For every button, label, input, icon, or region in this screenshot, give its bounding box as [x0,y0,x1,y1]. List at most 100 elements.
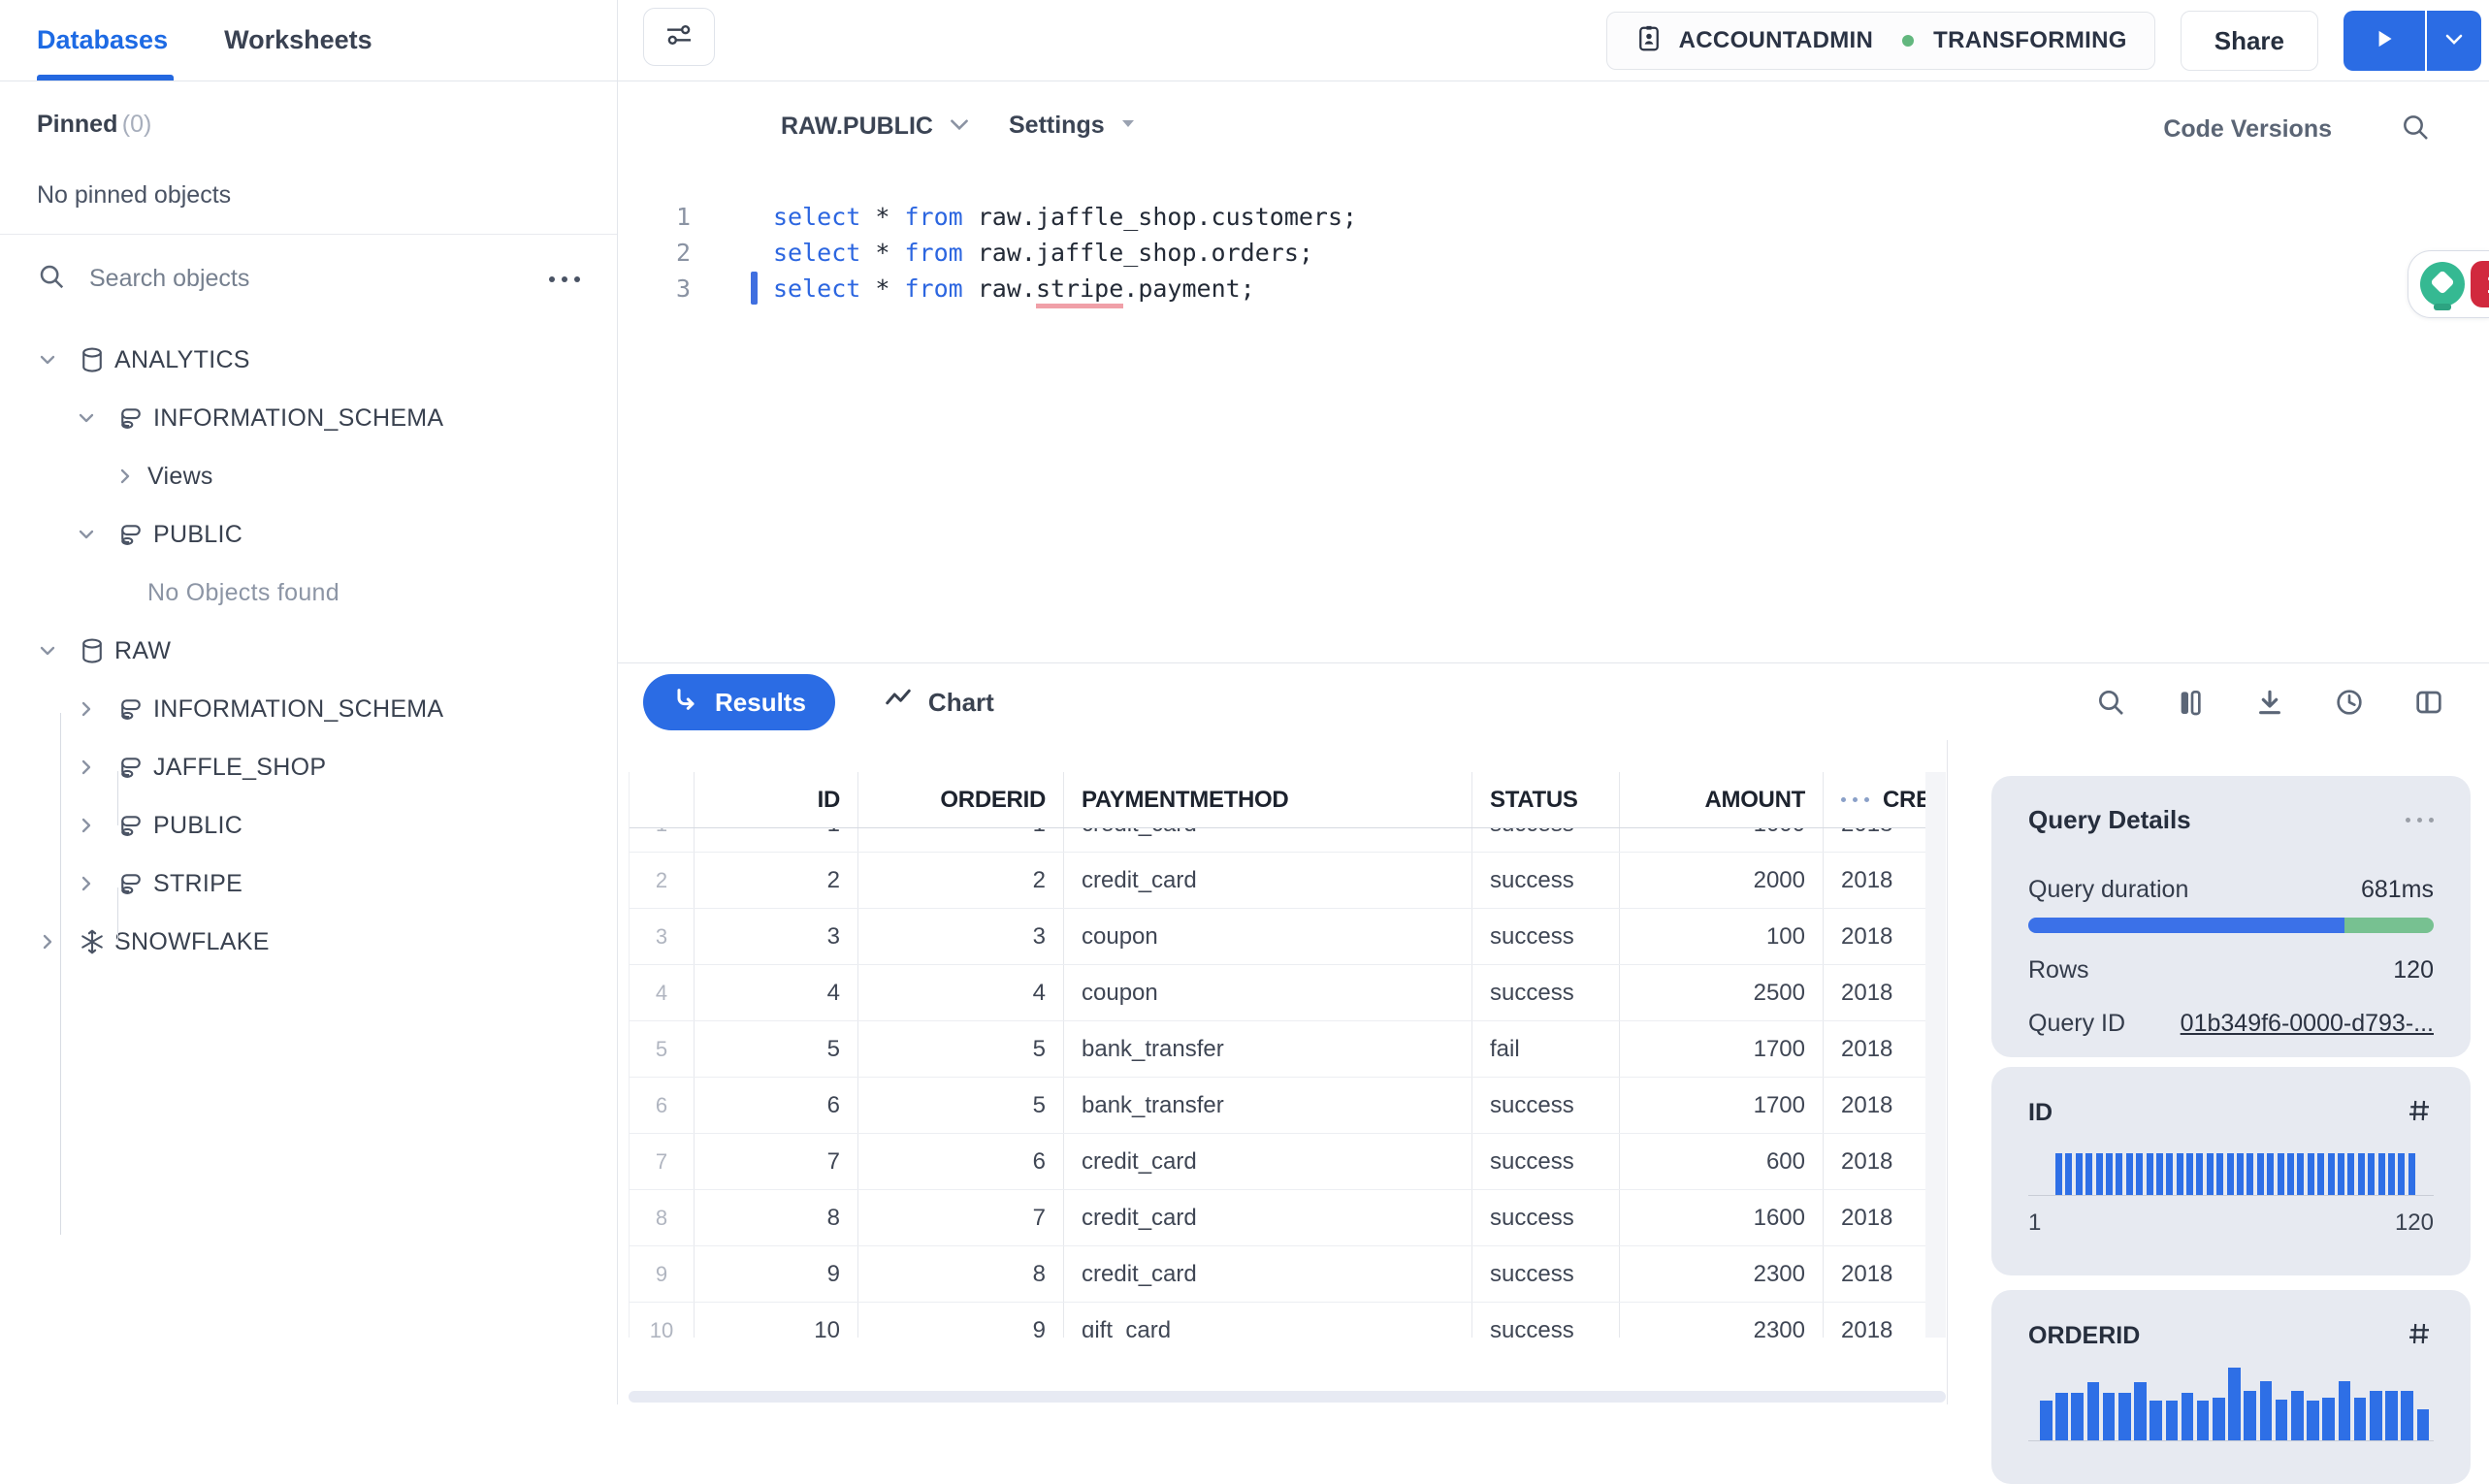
table-row[interactable]: 3 3 3 coupon success 100 2018 [630,909,1935,965]
table-cell[interactable]: 5 [695,1021,858,1077]
table-cell[interactable]: success [1472,1303,1620,1338]
table-cell[interactable]: 7 [858,1190,1064,1245]
chevron-down-icon[interactable] [25,348,70,371]
tab-results[interactable]: Results [643,674,835,730]
table-cell[interactable]: 6 [858,1134,1064,1189]
column-header-amount[interactable]: AMOUNT [1620,772,1824,827]
table-row[interactable]: 6 6 5 bank_transfer success 1700 2018 [630,1078,1935,1134]
tab-databases[interactable]: Databases [37,0,175,81]
table-cell[interactable]: 2018 [1824,1190,1935,1245]
sidebar-tree-item-jaffle-shop[interactable]: JAFFLE_SHOP [0,738,617,796]
column-menu-icon[interactable] [1841,797,1869,802]
table-cell[interactable]: 9 [858,1303,1064,1338]
database-context-dropdown[interactable]: RAW.PUBLIC [781,112,972,142]
sidebar-tree-item-stripe[interactable]: STRIPE [0,855,617,913]
sidebar-tree-item-views[interactable]: Views [0,447,617,505]
query-id-link[interactable]: 01b349f6-0000-d793-... [2181,1010,2434,1038]
table-cell[interactable]: 1000 [1620,828,1824,852]
table-cell[interactable]: success [1472,965,1620,1020]
table-cell[interactable]: 4 [695,965,858,1020]
table-cell[interactable]: credit_card [1064,1190,1472,1245]
table-cell[interactable]: 2300 [1620,1246,1824,1302]
table-row[interactable]: 8 8 7 credit_card success 1600 2018 [630,1190,1935,1246]
chevron-right-icon[interactable] [64,756,109,779]
table-cell[interactable]: success [1472,1246,1620,1302]
table-row[interactable]: 4 4 4 coupon success 2500 2018 [630,965,1935,1021]
column-header-paymentmethod[interactable]: PAYMENTMETHOD [1064,772,1472,827]
run-button[interactable] [2344,11,2425,71]
table-cell[interactable]: 1700 [1620,1021,1824,1077]
table-cell[interactable]: 2018 [1824,965,1935,1020]
table-cell[interactable]: bank_transfer [1064,1021,1472,1077]
table-cell[interactable]: 1 [858,828,1064,852]
table-cell[interactable]: 2000 [1620,853,1824,908]
share-button[interactable]: Share [2180,11,2318,71]
table-cell[interactable]: coupon [1064,965,1472,1020]
code-line-content[interactable]: select * from raw.stripe.payment; [751,271,1255,308]
query-details-menu-icon[interactable] [2406,818,2434,823]
assistant-suggestion-pill[interactable]: 1 [2408,250,2489,318]
table-row[interactable]: 10 10 9 gift_card success 2300 2018 [630,1303,1935,1338]
code-line[interactable]: 3 select * from raw.stripe.payment; [618,271,1357,308]
table-row[interactable]: 7 7 6 credit_card success 600 2018 [630,1134,1935,1190]
role-warehouse-selector[interactable]: ACCOUNTADMIN TRANSFORMING [1605,12,2155,70]
id-histogram[interactable] [2028,1153,2434,1195]
sidebar-tree-item-public[interactable]: PUBLIC [0,505,617,564]
table-cell[interactable]: success [1472,828,1620,852]
columns-icon[interactable] [2175,687,2206,718]
table-cell[interactable]: 100 [1620,909,1824,964]
run-options-button[interactable] [2427,11,2481,71]
table-cell[interactable]: 4 [858,965,1064,1020]
table-cell[interactable]: fail [1472,1021,1620,1077]
table-cell[interactable]: success [1472,853,1620,908]
table-cell[interactable]: success [1472,1190,1620,1245]
sidebar-tree-item-analytics[interactable]: ANALYTICS [0,331,617,389]
code-line-content[interactable]: select * from raw.jaffle_shop.customers; [773,199,1357,235]
table-row[interactable]: 5 5 5 bank_transfer fail 1700 2018 [630,1021,1935,1078]
sidebar-tree-item-information-schema[interactable]: INFORMATION_SCHEMA [0,680,617,738]
table-cell[interactable]: 3 [695,909,858,964]
table-cell[interactable]: 1700 [1620,1078,1824,1133]
column-header-id[interactable]: ID [695,772,858,827]
table-cell[interactable]: success [1472,1134,1620,1189]
table-cell[interactable]: 2018 [1824,1021,1935,1077]
code-versions-link[interactable]: Code Versions [2163,115,2332,144]
sidebar-tree-item-information-schema[interactable]: INFORMATION_SCHEMA [0,389,617,447]
search-results-icon[interactable] [2095,687,2126,718]
split-panel-icon[interactable] [2413,687,2444,718]
object-search[interactable]: Search objects [0,235,617,323]
table-cell[interactable]: 3 [858,909,1064,964]
worksheet-config-button[interactable] [643,8,715,66]
column-header-status[interactable]: STATUS [1472,772,1620,827]
table-cell[interactable]: 6 [695,1078,858,1133]
chevron-right-icon[interactable] [25,930,70,953]
sidebar-tree-item-raw[interactable]: RAW [0,622,617,680]
table-cell[interactable]: 8 [695,1190,858,1245]
editor-search-icon[interactable] [2400,112,2431,147]
code-line[interactable]: 1 select * from raw.jaffle_shop.customers… [618,199,1357,235]
table-cell[interactable]: 5 [858,1078,1064,1133]
table-cell[interactable]: 2018 [1824,1134,1935,1189]
table-row[interactable]: 2 2 2 credit_card success 2000 2018 [630,853,1935,909]
sidebar-tree-item-public[interactable]: PUBLIC [0,796,617,855]
table-cell[interactable]: 2 [858,853,1064,908]
sidebar-tree-item-snowflake[interactable]: SNOWFLAKE [0,913,617,971]
table-cell[interactable]: coupon [1064,909,1472,964]
code-line-content[interactable]: select * from raw.jaffle_shop.orders; [773,235,1313,271]
table-cell[interactable]: gift_card [1064,1303,1472,1338]
table-cell[interactable]: credit_card [1064,828,1472,852]
chevron-right-icon[interactable] [103,465,147,488]
code-area[interactable]: 1 select * from raw.jaffle_shop.customers… [618,199,1357,308]
horizontal-scrollbar[interactable] [629,1391,1946,1403]
column-header-created[interactable]: CREATED [1824,772,1935,827]
chevron-down-icon[interactable] [64,406,109,430]
history-icon[interactable] [2334,687,2365,718]
chevron-right-icon[interactable] [64,814,109,837]
chevron-down-icon[interactable] [25,639,70,662]
table-cell[interactable]: 2018 [1824,1246,1935,1302]
code-line[interactable]: 2 select * from raw.jaffle_shop.orders; [618,235,1357,271]
table-row[interactable]: 111credit_cardsuccess10002018 [630,828,1935,853]
table-row[interactable]: 9 9 8 credit_card success 2300 2018 [630,1246,1935,1303]
table-cell[interactable]: 2018 [1824,1078,1935,1133]
table-cell[interactable]: 2300 [1620,1303,1824,1338]
